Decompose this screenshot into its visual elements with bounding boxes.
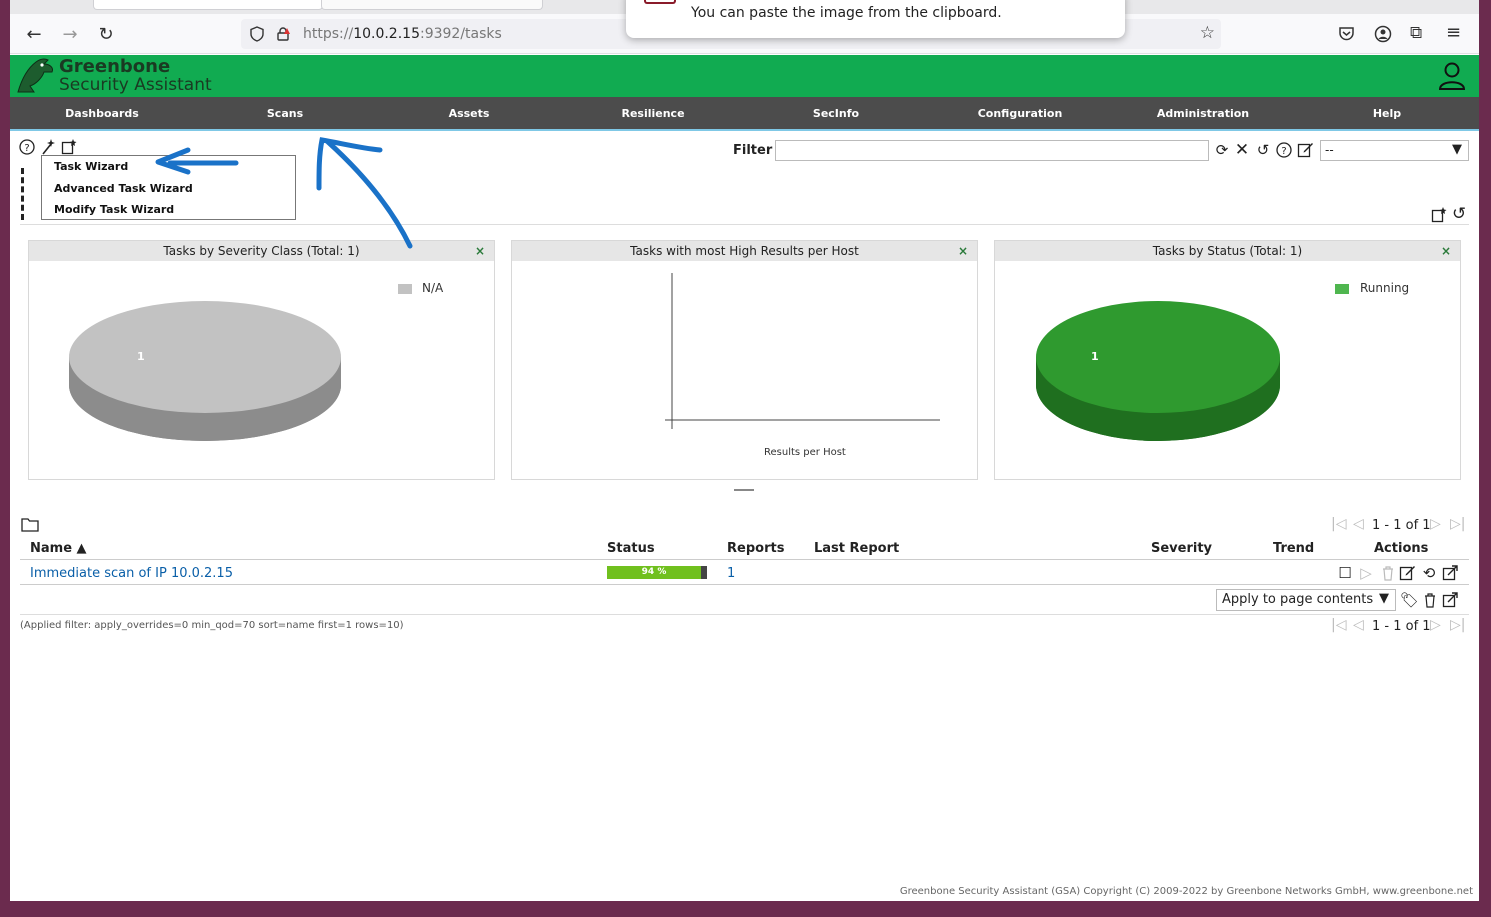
resume-icon: ▷ — [1360, 564, 1372, 582]
status-pie-chart[interactable]: 1 — [1034, 299, 1282, 443]
last-page-icon[interactable]: ▷| — [1450, 516, 1465, 532]
previous-page-icon[interactable]: ◁ — [1353, 516, 1364, 532]
next-page-icon[interactable]: ▷ — [1430, 617, 1441, 633]
status-panel: Tasks by Status (Total: 1) × Running 1 — [994, 240, 1461, 480]
export-icon[interactable] — [1442, 564, 1459, 581]
column-header-severity[interactable]: Severity — [1151, 541, 1212, 556]
folder-icon[interactable] — [21, 517, 39, 532]
bulk-export-icon[interactable] — [1442, 591, 1459, 608]
chevron-down-icon: ▼ — [1379, 591, 1389, 606]
divider — [20, 559, 1469, 560]
x-axis-label: Results per Host — [764, 447, 846, 458]
image-icon — [644, 0, 676, 4]
previous-page-icon[interactable]: ◁ — [1353, 617, 1364, 633]
column-header-last-report[interactable]: Last Report — [814, 541, 899, 556]
stop-icon[interactable]: ☐ — [1336, 564, 1354, 582]
column-header-name[interactable]: Name ▲ — [30, 541, 87, 556]
applied-filter-text: (Applied filter: apply_overrides=0 min_q… — [20, 620, 404, 631]
severity-pie-chart[interactable]: 1 — [67, 299, 343, 443]
clone-icon[interactable]: ⟲ — [1420, 564, 1438, 582]
resize-handle[interactable] — [734, 489, 754, 491]
first-page-icon[interactable]: |◁ — [1331, 516, 1346, 532]
pie-slice-label: 1 — [1091, 350, 1099, 363]
pagination-text: 1 - 1 of 1 — [1372, 619, 1431, 634]
pagination-text: 1 - 1 of 1 — [1372, 518, 1431, 533]
next-page-icon[interactable]: ▷ — [1430, 516, 1441, 532]
divider — [20, 614, 1469, 615]
progress-text: 94 % — [641, 567, 667, 577]
tag-icon[interactable]: 🏷 — [1400, 591, 1419, 609]
legend-label[interactable]: Running — [1360, 281, 1409, 295]
bulk-action-select[interactable]: Apply to page contents ▼ — [1216, 589, 1396, 611]
task-name-link[interactable]: Immediate scan of IP 10.0.2.15 — [30, 566, 233, 581]
browser-window: ← → ↻ https://10.0.2.15:9392/tasks ☆ ⧉ ≡ — [10, 0, 1479, 901]
footer-copyright: Greenbone Security Assistant (GSA) Copyr… — [899, 886, 1473, 897]
clipboard-notification: You can paste the image from the clipboa… — [626, 0, 1125, 38]
last-page-icon[interactable]: ▷| — [1450, 617, 1465, 633]
column-header-status[interactable]: Status — [607, 541, 655, 556]
annotation-arrows — [155, 137, 413, 249]
legend-swatch — [398, 284, 412, 294]
first-page-icon[interactable]: |◁ — [1331, 617, 1346, 633]
column-header-reports[interactable]: Reports — [727, 541, 784, 556]
bulk-trash-icon[interactable] — [1422, 592, 1438, 608]
status-progress-bar: 94 % — [607, 566, 707, 579]
high-results-panel: Tasks with most High Results per Host × … — [511, 240, 978, 480]
bulk-action-value: Apply to page contents — [1222, 592, 1374, 607]
legend-label[interactable]: N/A — [422, 281, 443, 295]
high-results-chart — [665, 273, 940, 429]
divider — [20, 584, 1469, 585]
column-header-actions: Actions — [1374, 541, 1429, 556]
edit-icon[interactable] — [1399, 564, 1416, 581]
legend-swatch — [1335, 284, 1349, 294]
notification-text: You can paste the image from the clipboa… — [691, 5, 1002, 21]
column-header-trend[interactable]: Trend — [1273, 541, 1314, 556]
severity-class-panel: Tasks by Severity Class (Total: 1) × N/A… — [28, 240, 495, 480]
pie-slice-label: 1 — [137, 350, 145, 363]
trash-icon — [1383, 566, 1393, 581]
reports-count-link[interactable]: 1 — [727, 566, 735, 581]
